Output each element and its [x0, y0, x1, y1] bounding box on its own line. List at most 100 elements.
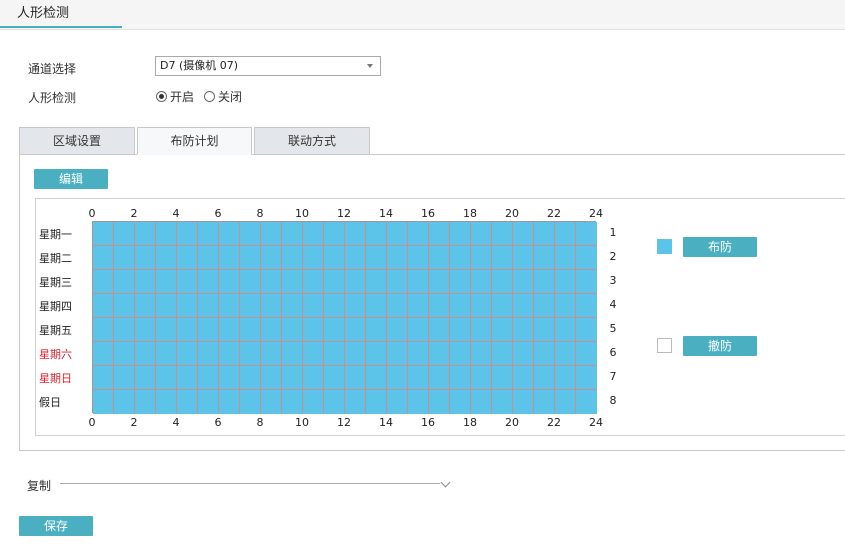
- schedule-cell[interactable]: [513, 318, 534, 342]
- schedule-cell[interactable]: [555, 390, 576, 414]
- schedule-cell[interactable]: [240, 294, 261, 318]
- schedule-cell[interactable]: [534, 294, 555, 318]
- radio-disable-dot[interactable]: [204, 91, 215, 102]
- schedule-cell[interactable]: [345, 222, 366, 246]
- schedule-cell[interactable]: [198, 246, 219, 270]
- schedule-cell[interactable]: [471, 246, 492, 270]
- schedule-cell[interactable]: [177, 342, 198, 366]
- schedule-cell[interactable]: [261, 270, 282, 294]
- schedule-cell[interactable]: [135, 270, 156, 294]
- schedule-cell[interactable]: [261, 390, 282, 414]
- schedule-cell[interactable]: [261, 366, 282, 390]
- schedule-cell[interactable]: [324, 390, 345, 414]
- schedule-cell[interactable]: [324, 318, 345, 342]
- schedule-cell[interactable]: [303, 270, 324, 294]
- schedule-grid[interactable]: [92, 221, 597, 414]
- schedule-cell[interactable]: [135, 342, 156, 366]
- schedule-cell[interactable]: [198, 270, 219, 294]
- schedule-cell[interactable]: [177, 270, 198, 294]
- schedule-cell[interactable]: [513, 270, 534, 294]
- schedule-cell[interactable]: [240, 342, 261, 366]
- schedule-cell[interactable]: [555, 222, 576, 246]
- schedule-cell[interactable]: [240, 222, 261, 246]
- schedule-cell[interactable]: [198, 390, 219, 414]
- schedule-cell[interactable]: [387, 318, 408, 342]
- schedule-cell[interactable]: [93, 222, 114, 246]
- schedule-cell[interactable]: [282, 222, 303, 246]
- schedule-cell[interactable]: [219, 294, 240, 318]
- schedule-cell[interactable]: [513, 294, 534, 318]
- schedule-cell[interactable]: [303, 246, 324, 270]
- schedule-cell[interactable]: [114, 246, 135, 270]
- schedule-cell[interactable]: [219, 390, 240, 414]
- schedule-cell[interactable]: [387, 294, 408, 318]
- schedule-cell[interactable]: [219, 246, 240, 270]
- schedule-cell[interactable]: [93, 318, 114, 342]
- schedule-cell[interactable]: [240, 390, 261, 414]
- radio-disable[interactable]: 关闭: [204, 88, 242, 105]
- schedule-cell[interactable]: [324, 222, 345, 246]
- schedule-cell[interactable]: [366, 270, 387, 294]
- schedule-cell[interactable]: [240, 246, 261, 270]
- schedule-cell[interactable]: [429, 270, 450, 294]
- schedule-cell[interactable]: [471, 390, 492, 414]
- schedule-cell[interactable]: [219, 222, 240, 246]
- schedule-cell[interactable]: [282, 270, 303, 294]
- schedule-cell[interactable]: [303, 318, 324, 342]
- schedule-cell[interactable]: [261, 294, 282, 318]
- schedule-cell[interactable]: [345, 390, 366, 414]
- schedule-cell[interactable]: [492, 318, 513, 342]
- schedule-cell[interactable]: [492, 270, 513, 294]
- schedule-cell[interactable]: [156, 342, 177, 366]
- schedule-cell[interactable]: [93, 390, 114, 414]
- schedule-cell[interactable]: [513, 390, 534, 414]
- schedule-cell[interactable]: [534, 246, 555, 270]
- schedule-cell[interactable]: [156, 222, 177, 246]
- schedule-cell[interactable]: [576, 366, 597, 390]
- schedule-cell[interactable]: [177, 294, 198, 318]
- schedule-cell[interactable]: [219, 366, 240, 390]
- schedule-cell[interactable]: [429, 366, 450, 390]
- schedule-cell[interactable]: [93, 246, 114, 270]
- schedule-cell[interactable]: [513, 366, 534, 390]
- tab-area-settings[interactable]: 区域设置: [19, 127, 135, 155]
- schedule-cell[interactable]: [261, 342, 282, 366]
- schedule-cell[interactable]: [156, 390, 177, 414]
- schedule-cell[interactable]: [513, 342, 534, 366]
- schedule-cell[interactable]: [471, 222, 492, 246]
- schedule-cell[interactable]: [240, 270, 261, 294]
- schedule-cell[interactable]: [345, 342, 366, 366]
- schedule-cell[interactable]: [135, 246, 156, 270]
- schedule-cell[interactable]: [177, 246, 198, 270]
- schedule-cell[interactable]: [303, 294, 324, 318]
- schedule-cell[interactable]: [450, 318, 471, 342]
- arm-button[interactable]: 布防: [683, 237, 757, 257]
- schedule-cell[interactable]: [576, 222, 597, 246]
- schedule-cell[interactable]: [114, 318, 135, 342]
- schedule-cell[interactable]: [450, 246, 471, 270]
- schedule-cell[interactable]: [534, 318, 555, 342]
- schedule-cell[interactable]: [387, 390, 408, 414]
- schedule-cell[interactable]: [177, 390, 198, 414]
- schedule-cell[interactable]: [177, 222, 198, 246]
- copy-selector-line[interactable]: [60, 483, 440, 484]
- schedule-cell[interactable]: [429, 390, 450, 414]
- schedule-cell[interactable]: [429, 222, 450, 246]
- schedule-cell[interactable]: [219, 270, 240, 294]
- schedule-cell[interactable]: [198, 294, 219, 318]
- schedule-cell[interactable]: [555, 366, 576, 390]
- schedule-cell[interactable]: [93, 294, 114, 318]
- schedule-cell[interactable]: [387, 366, 408, 390]
- radio-enable-dot[interactable]: [156, 91, 167, 102]
- schedule-cell[interactable]: [93, 270, 114, 294]
- schedule-cell[interactable]: [534, 222, 555, 246]
- schedule-cell[interactable]: [135, 294, 156, 318]
- schedule-cell[interactable]: [408, 366, 429, 390]
- schedule-cell[interactable]: [93, 342, 114, 366]
- schedule-cell[interactable]: [429, 342, 450, 366]
- schedule-cell[interactable]: [492, 222, 513, 246]
- schedule-cell[interactable]: [114, 366, 135, 390]
- page-title-tab[interactable]: 人形检测: [0, 0, 122, 28]
- schedule-cell[interactable]: [324, 342, 345, 366]
- schedule-cell[interactable]: [429, 318, 450, 342]
